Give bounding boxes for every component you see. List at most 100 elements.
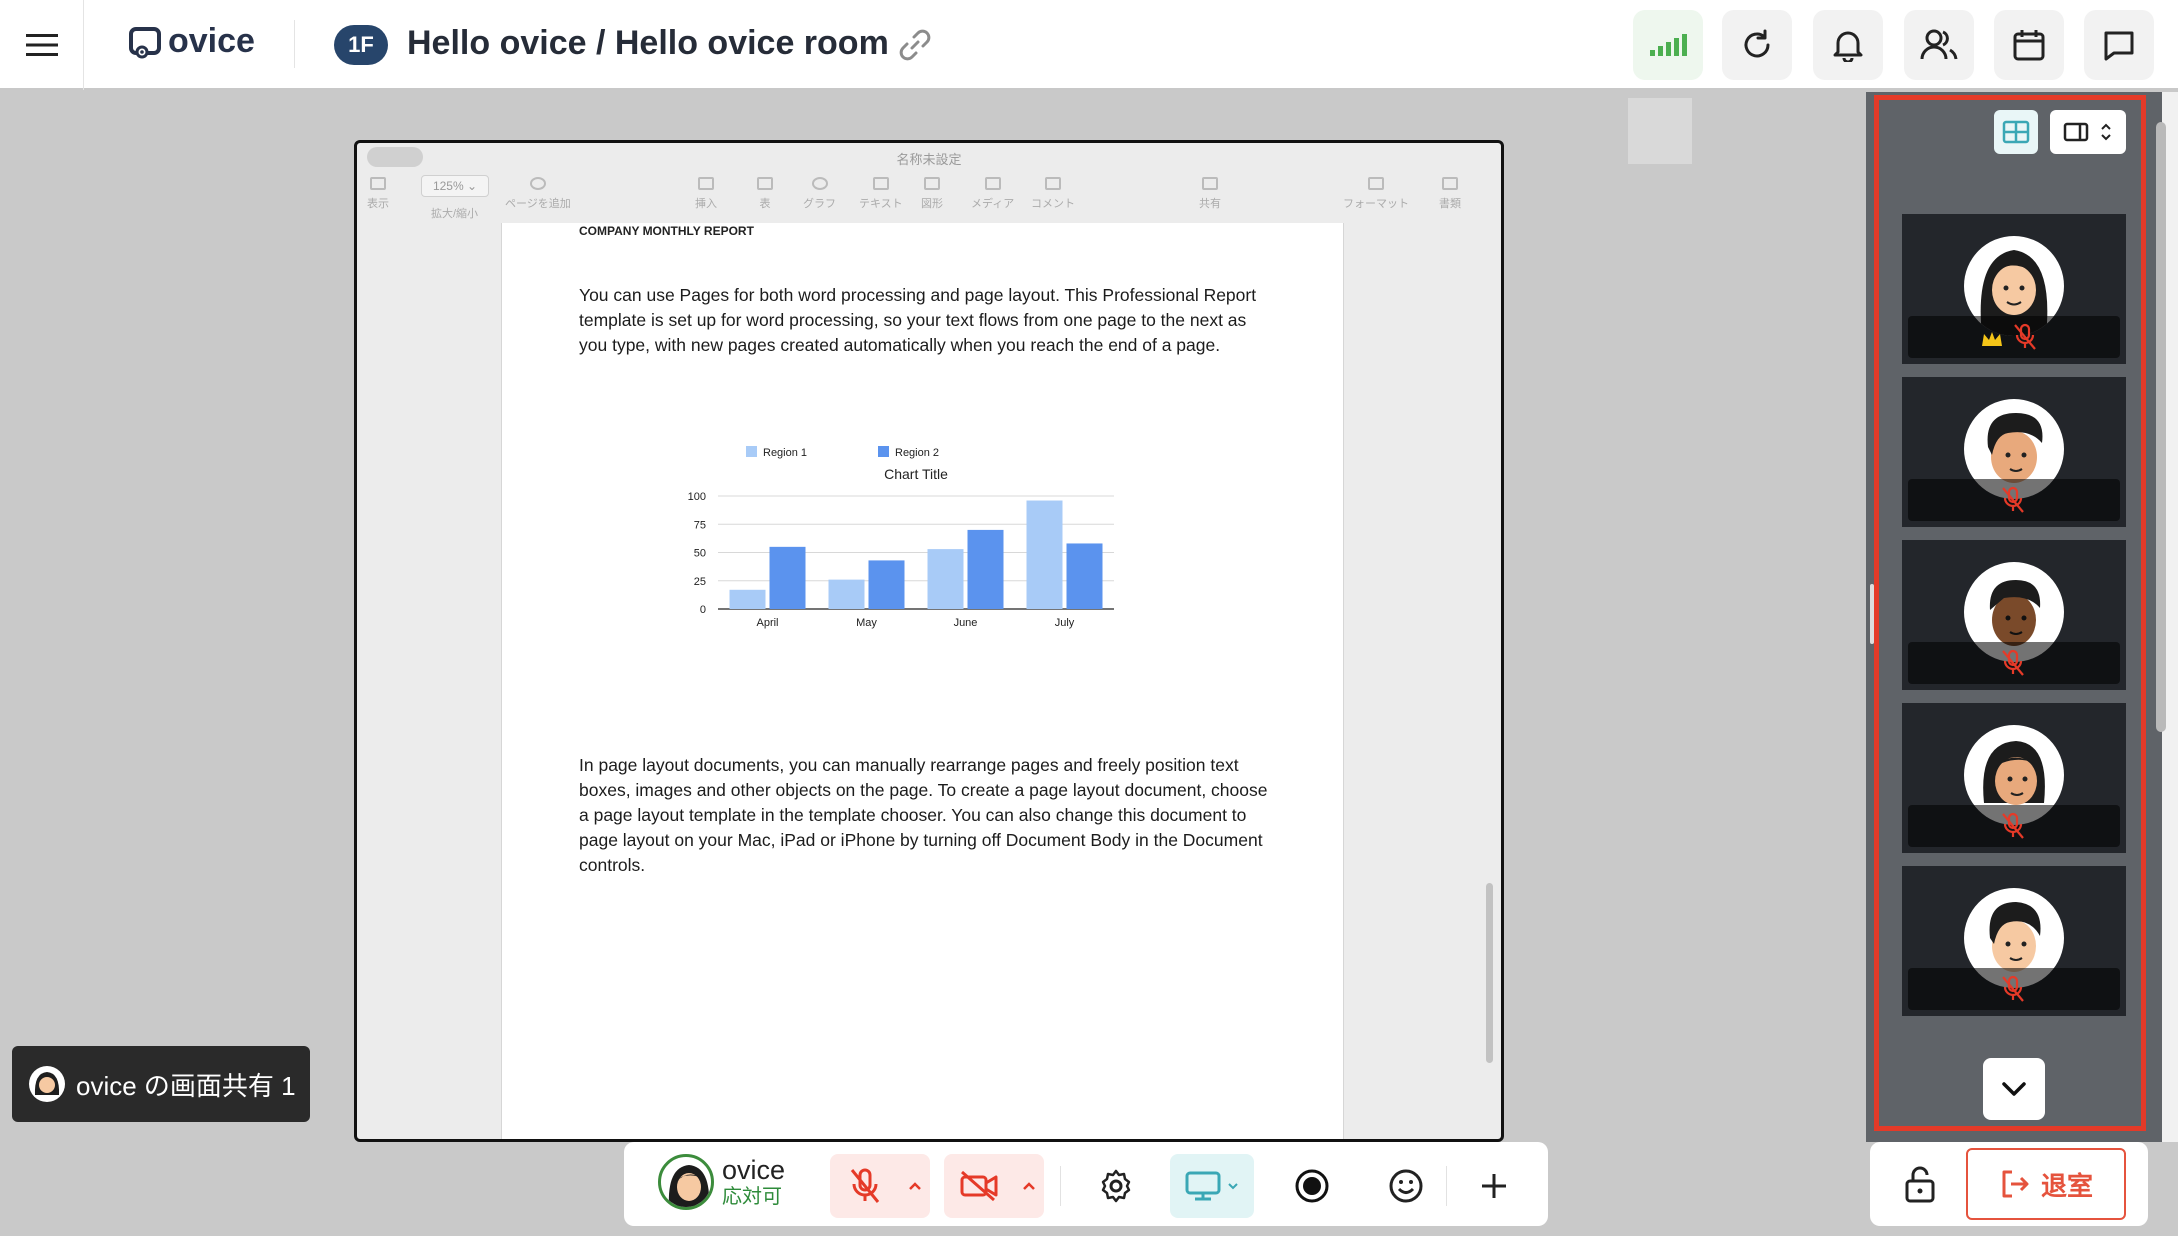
bar [1066,543,1103,609]
screen-share-text: ovice の画面共有 1 [76,1070,296,1101]
calendar-button[interactable] [1994,10,2064,80]
participant-tile[interactable] [1902,377,2126,527]
participant-tile[interactable] [1902,866,2126,1016]
room-title: Hello ovice / Hello ovice room [407,24,889,62]
chat-button[interactable] [2084,10,2154,80]
camera-off-icon [960,1170,998,1202]
settings-button[interactable] [1084,1154,1148,1218]
camera-toggle-button[interactable] [944,1154,1044,1218]
top-bar: ovice 1F Hello ovice / Hello ovice room [0,0,2178,90]
user-name: ovice [722,1155,786,1185]
x-tick-label: April [756,617,778,629]
brush-icon [1368,177,1384,190]
mic-off-icon [2002,649,2024,676]
participant-tile[interactable] [1902,214,2126,364]
mic-off-icon [2002,812,2024,839]
share-icon [1202,177,1218,190]
legend-label: Region 2 [895,447,939,459]
document-page: COMPANY MONTHLY REPORT You can use Pages… [501,223,1344,1139]
document-title: 名称未設定 [896,152,962,167]
toolbar-item-share: 共有 [1199,177,1221,211]
toolbar-item-shape: 図形 [921,177,943,211]
toolbar-item-text: テキスト [859,177,903,211]
grid-view-button[interactable] [1994,110,2038,154]
mic-off-icon [2002,486,2024,513]
bar [868,560,905,609]
control-bar: ovice 応対可 [624,1142,1548,1226]
text-icon [872,177,889,190]
toolbar-item-chart: グラフ [803,177,836,211]
toolbar-item-zoom: 拡大/縮小 [431,208,479,220]
toolbar-item-table: 表 [757,177,773,211]
document-heading: COMPANY MONTHLY REPORT [579,224,754,238]
scroll-down-button[interactable] [1983,1058,2045,1120]
mic-off-icon [2002,975,2024,1002]
notifications-button[interactable] [1813,10,1883,80]
screen-share-label[interactable]: ovice の画面共有 1 [12,1046,310,1122]
users-icon [1920,29,1958,60]
sidebar-icon [370,177,386,190]
hamburger-menu-button[interactable] [0,0,84,90]
panel-scrollbar-thumb[interactable] [2156,122,2166,732]
connection-status-button[interactable] [1633,10,1703,80]
divider [1446,1166,1447,1206]
chevron-up-icon[interactable] [1022,1181,1036,1191]
refresh-icon [1744,29,1770,58]
floor-badge[interactable]: 1F [334,25,388,65]
crown-icon [1982,332,2002,346]
toolbar-item-view: 表示 [367,177,389,211]
reaction-button[interactable] [1374,1154,1438,1218]
toolbar-item-comment: コメント [1031,177,1075,211]
document-paragraph-2: In page layout documents, you can manual… [579,755,1268,875]
shape-icon [924,177,940,190]
y-tick-label: 0 [700,604,706,616]
chart-icon [811,177,828,190]
leave-room-button[interactable]: 退室 [1966,1148,2126,1220]
layout-select[interactable] [2050,110,2126,154]
plus-icon [529,177,546,190]
table-icon [757,177,773,190]
bar [729,589,766,609]
toolbar-item-media: メディア [971,177,1014,211]
exit-icon [2002,1170,2029,1198]
chevron-up-icon[interactable] [908,1181,922,1191]
calendar-icon [2013,30,2045,61]
plus-icon [1482,1174,1506,1198]
y-tick-label: 75 [694,519,706,531]
x-tick-label: June [954,617,978,629]
mic-off-icon [2014,323,2036,350]
chevron-down-icon [1228,1183,1238,1190]
bar [1026,500,1063,609]
record-button[interactable] [1280,1154,1344,1218]
lock-button[interactable] [1890,1154,1950,1214]
ovice-logo-icon [129,26,161,58]
bar [769,546,806,609]
legend-swatch [746,446,757,457]
participant-tile[interactable] [1902,703,2126,853]
link-icon[interactable] [896,26,934,64]
gear-icon [1101,1169,1131,1203]
logo-text: ovice [168,22,255,60]
screen-share-button[interactable] [1170,1154,1254,1218]
signal-icon [1650,34,1687,56]
menu-icon [25,34,58,56]
members-button[interactable] [1904,10,1974,80]
leave-room-label: 退室 [2040,1170,2093,1201]
lock-open-icon [1905,1166,1935,1203]
chevron-down-icon [2002,1082,2026,1096]
mic-toggle-button[interactable] [830,1154,930,1218]
legend-label: Region 1 [763,447,807,459]
y-tick-label: 50 [694,548,706,560]
divider [1060,1166,1061,1206]
participant-tile[interactable] [1902,540,2126,690]
toolbar-item-format: フォーマット [1343,177,1409,211]
object-placeholder[interactable] [1628,98,1692,164]
add-button[interactable] [1462,1154,1526,1218]
toolbar-item-insert: 挿入 [695,177,717,211]
chevron-updown-icon [2101,123,2111,141]
app-logo[interactable]: ovice [128,22,255,61]
user-status-chip[interactable]: ovice 応対可 [658,1154,785,1210]
screen-share-window[interactable]: 名称未設定 表示 125% ⌄ 拡大/縮小 ページを追加 挿入 表 グラフ テキ… [354,140,1504,1142]
refresh-button[interactable] [1722,10,1792,80]
grid-icon [2002,120,2030,144]
